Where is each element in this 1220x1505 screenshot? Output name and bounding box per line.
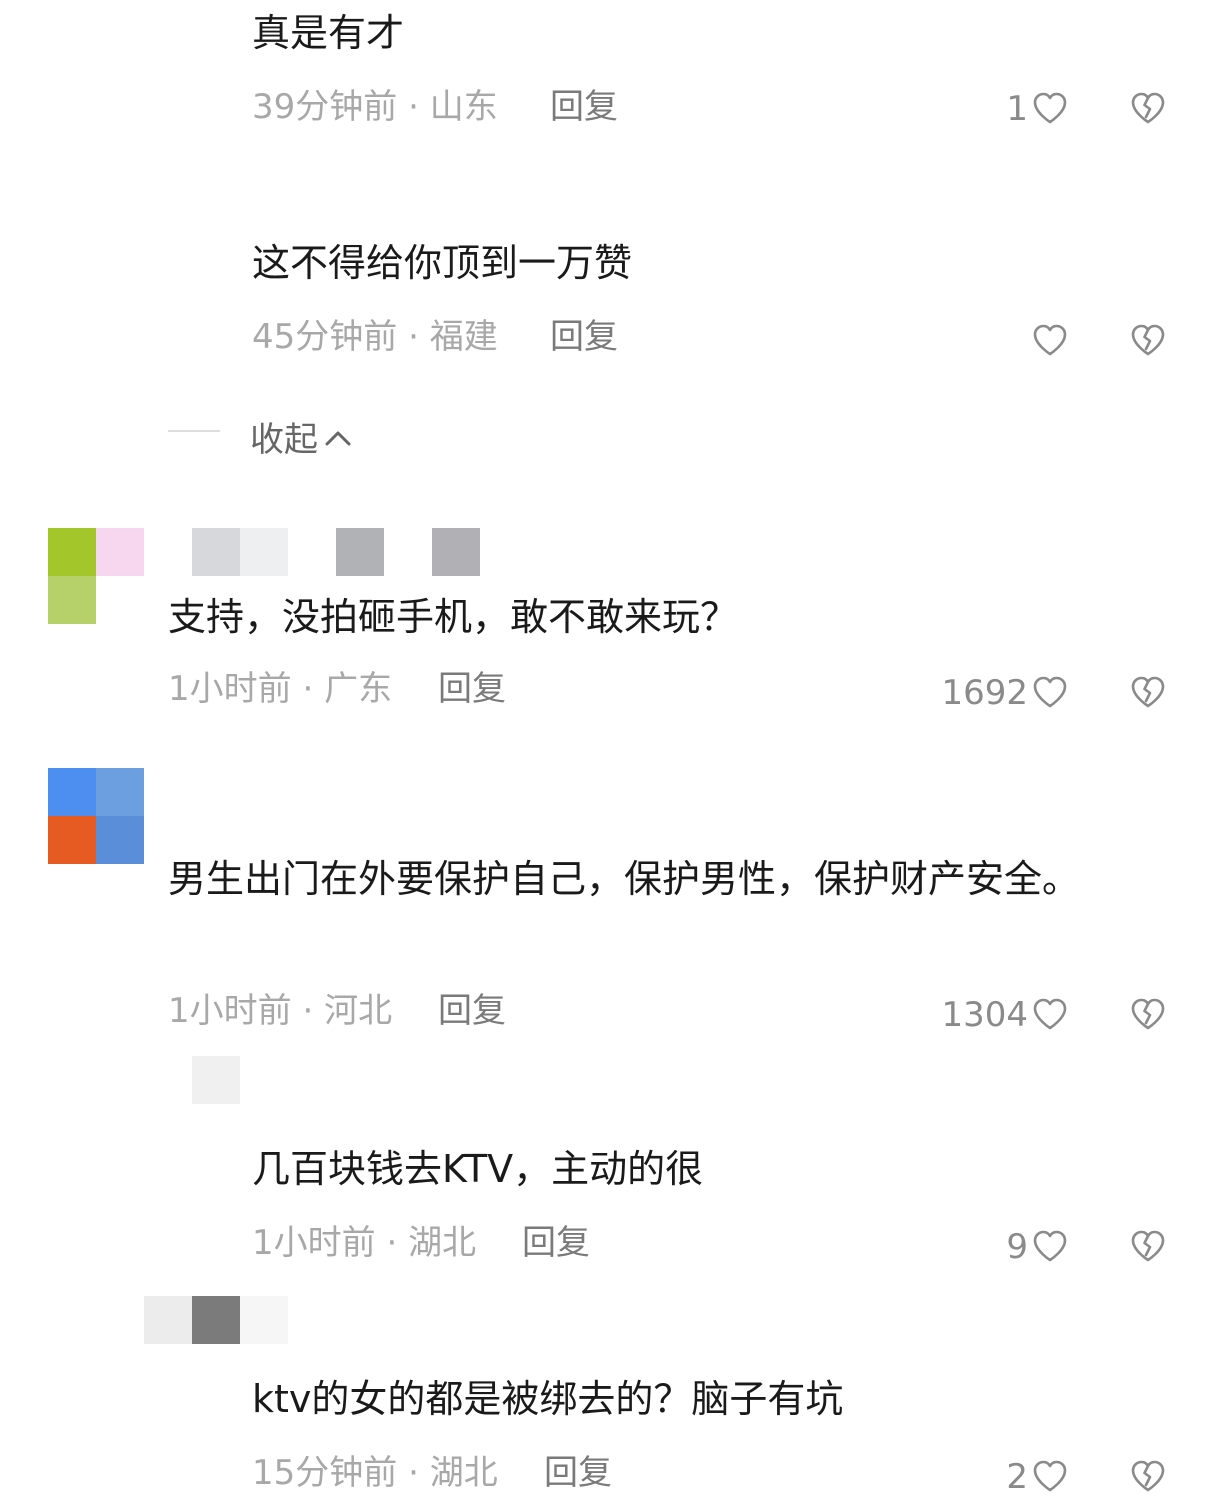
like-count: 2 <box>1006 1457 1028 1497</box>
like-count: 1692 <box>941 673 1028 713</box>
comment-text: 男生出门在外要保护自己，保护男性，保护财产安全。 <box>168 857 1081 901</box>
meta-separator: · <box>375 1223 409 1263</box>
meta-separator: · <box>397 317 430 357</box>
avatar[interactable] <box>48 768 144 864</box>
comment-time: 39分钟前 <box>252 87 398 127</box>
comment-meta: 1小时前 · 河北 <box>168 994 392 1028</box>
comment-text: 几百块钱去KTV，主动的很 <box>252 1147 704 1191</box>
username-mosaic[interactable] <box>192 528 480 576</box>
chevron-up-icon <box>324 417 352 457</box>
collapse-replies-button[interactable]: 收起 <box>250 412 352 461</box>
comment-meta: 1小时前 · 广东 <box>168 672 392 706</box>
comment-location: 福建 <box>429 317 498 357</box>
comment-time: 1小时前 <box>168 669 292 709</box>
comment-meta: 39分钟前 · 山东 <box>252 90 498 124</box>
comment-time: 1小时前 <box>252 1223 376 1263</box>
broken-heart-icon[interactable] <box>1128 1456 1168 1496</box>
meta-separator: · <box>397 87 430 127</box>
comment-time: 1小时前 <box>168 991 292 1031</box>
heart-outline-icon[interactable] <box>1030 994 1070 1034</box>
heart-outline-icon[interactable] <box>1030 672 1070 712</box>
like-count: 9 <box>1006 1227 1028 1267</box>
reply-button[interactable]: 回复 <box>438 672 506 706</box>
avatar[interactable] <box>48 528 144 624</box>
comment-meta: 1小时前 · 湖北 <box>252 1226 476 1260</box>
meta-separator: · <box>397 1453 430 1493</box>
broken-heart-icon[interactable] <box>1128 88 1168 128</box>
meta-separator: · <box>291 991 325 1031</box>
heart-outline-icon[interactable] <box>1030 88 1070 128</box>
comment-location: 广东 <box>324 669 393 709</box>
username-mosaic[interactable] <box>144 1296 288 1344</box>
comment-text: 真是有才 <box>252 11 405 55</box>
comment-location: 湖北 <box>429 1453 498 1493</box>
reply-button[interactable]: 回复 <box>522 1226 590 1260</box>
collapse-label: 收起 <box>250 420 318 460</box>
comment-text: 支持，没拍砸手机，敢不敢来玩？ <box>168 595 739 639</box>
username-mosaic[interactable] <box>144 1056 240 1104</box>
comment-location: 河北 <box>324 991 393 1031</box>
broken-heart-icon[interactable] <box>1128 994 1168 1034</box>
reply-button[interactable]: 回复 <box>550 320 618 354</box>
reply-button[interactable]: 回复 <box>438 994 506 1028</box>
comment-meta: 15分钟前 · 湖北 <box>252 1456 498 1490</box>
comment-meta: 45分钟前 · 福建 <box>252 320 498 354</box>
broken-heart-icon[interactable] <box>1128 1226 1168 1266</box>
like-count: 1 <box>1006 89 1028 129</box>
heart-outline-icon[interactable] <box>1030 1456 1070 1496</box>
heart-outline-icon[interactable] <box>1030 320 1070 360</box>
heart-outline-icon[interactable] <box>1030 1226 1070 1266</box>
comment-time: 45分钟前 <box>252 317 398 357</box>
collapse-divider <box>168 430 220 432</box>
comment-time: 15分钟前 <box>252 1453 398 1493</box>
reply-button[interactable]: 回复 <box>544 1456 612 1490</box>
broken-heart-icon[interactable] <box>1128 672 1168 712</box>
broken-heart-icon[interactable] <box>1128 320 1168 360</box>
comment-location: 山东 <box>429 87 498 127</box>
comment-text: 这不得给你顶到一万赞 <box>252 241 633 285</box>
reply-button[interactable]: 回复 <box>550 90 618 124</box>
like-count: 1304 <box>941 995 1028 1035</box>
meta-separator: · <box>291 669 325 709</box>
comment-location: 湖北 <box>408 1223 477 1263</box>
comment-text: ktv的女的都是被绑去的？脑子有坑 <box>252 1377 844 1421</box>
